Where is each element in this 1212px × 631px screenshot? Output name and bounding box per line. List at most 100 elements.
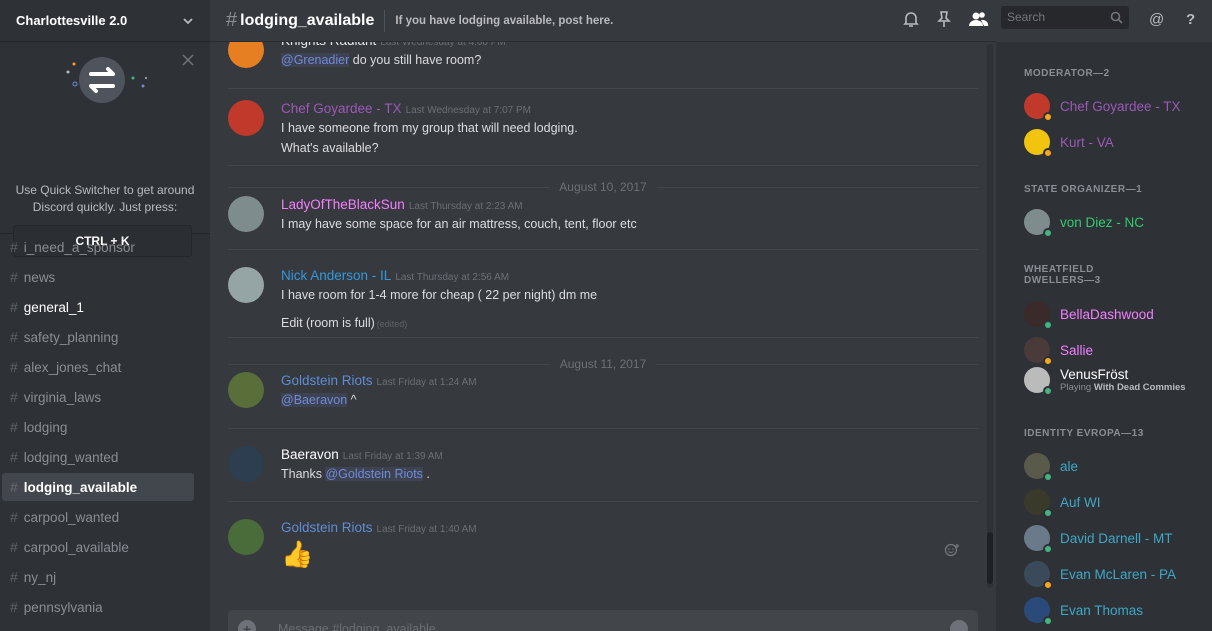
member-info: David Darnell - MT bbox=[1060, 531, 1173, 546]
member-group-title: IDENTITY EVROPA—13 bbox=[1024, 428, 1144, 439]
chat-panel: # lodging_available If you have lodging … bbox=[210, 0, 996, 631]
channel-name: alex_jones_chat bbox=[23, 359, 122, 375]
member-group-title: WHEATFIELD DWELLERS—3 bbox=[1024, 264, 1101, 286]
avatar[interactable] bbox=[228, 42, 264, 68]
upload-plus-icon[interactable]: + bbox=[238, 620, 256, 631]
message-body: Nick Anderson - IL Last Thursday at 2:56 … bbox=[281, 267, 978, 334]
date-divider: August 10, 2017 bbox=[228, 179, 978, 195]
message-text: Thanks bbox=[281, 467, 326, 481]
channel-item[interactable]: # i_need_a_sponsor bbox=[2, 233, 194, 261]
message-author[interactable]: Nick Anderson - IL bbox=[281, 268, 391, 283]
search-input[interactable]: Search bbox=[1001, 6, 1129, 29]
channel-item[interactable]: # safety_planning bbox=[2, 323, 194, 351]
member-item[interactable]: Evan Thomas bbox=[1024, 595, 1143, 626]
divider-line bbox=[656, 363, 979, 365]
bell-icon[interactable] bbox=[900, 8, 922, 30]
member-info: Evan Thomas bbox=[1060, 603, 1143, 618]
avatar[interactable] bbox=[228, 100, 264, 136]
server-header[interactable]: Charlottesville 2.0 bbox=[0, 0, 210, 42]
message-timestamp: Last Friday at 1:40 AM bbox=[376, 524, 477, 535]
chevron-down-icon[interactable] bbox=[182, 15, 194, 27]
member-item[interactable]: Auf WI bbox=[1024, 487, 1101, 518]
channel-item[interactable]: # carpool_wanted bbox=[2, 503, 194, 531]
members-icon[interactable] bbox=[967, 8, 989, 30]
pin-icon[interactable] bbox=[933, 8, 955, 30]
message-timestamp: Last Friday at 1:24 AM bbox=[376, 377, 477, 388]
message-author[interactable]: Chef Goyardee - TX bbox=[281, 101, 402, 116]
member-item[interactable]: Chef Goyardee - TX bbox=[1024, 91, 1181, 122]
member-item[interactable]: von Diez - NC bbox=[1024, 207, 1144, 238]
message-separator bbox=[228, 428, 978, 429]
message-author[interactable]: Goldstein Riots bbox=[281, 520, 373, 535]
channel-hash-icon: # bbox=[226, 9, 238, 31]
member-name: David Darnell - MT bbox=[1060, 530, 1173, 546]
message-line: Edit (room is full) (edited) bbox=[281, 313, 978, 334]
discord-window: Charlottesville 2.0 Use Quick Switcher t… bbox=[0, 0, 1212, 631]
channel-hash-icon: # bbox=[10, 479, 18, 495]
member-item[interactable]: David Darnell - MT bbox=[1024, 523, 1173, 554]
member-info: Evan McLaren - PA bbox=[1060, 567, 1176, 582]
member-item[interactable]: ale bbox=[1024, 451, 1078, 482]
member-info: ale bbox=[1060, 459, 1078, 474]
channel-item[interactable]: # lodging bbox=[2, 413, 194, 441]
mention-icon[interactable]: @ bbox=[1146, 8, 1168, 30]
channel-item[interactable]: # virginia_laws bbox=[2, 383, 194, 411]
channel-item[interactable]: # general_1 bbox=[2, 293, 194, 321]
help-icon[interactable]: ? bbox=[1180, 8, 1202, 30]
emoji-picker-icon[interactable] bbox=[950, 620, 968, 631]
message-line: I have room for 1-4 more for cheap ( 22 … bbox=[281, 285, 978, 305]
member-item[interactable]: Evan McLaren - PA bbox=[1024, 559, 1176, 590]
message-author[interactable]: LadyOfTheBlackSun bbox=[281, 197, 405, 212]
message-body: LadyOfTheBlackSun Last Thursday at 2:23 A… bbox=[281, 196, 978, 234]
add-reaction-icon[interactable] bbox=[944, 542, 960, 558]
avatar[interactable] bbox=[228, 372, 264, 408]
search-icon bbox=[1110, 11, 1123, 24]
channel-item[interactable]: # alex_jones_chat bbox=[2, 353, 194, 381]
message-text: I may have some space for an air mattres… bbox=[281, 217, 637, 231]
member-item[interactable]: Kurt - VA bbox=[1024, 127, 1114, 158]
message-input[interactable]: + Message #lodging_available bbox=[228, 610, 978, 631]
channel-name: i_need_a_sponsor bbox=[23, 239, 135, 255]
member-avatar bbox=[1024, 561, 1053, 590]
channel-item[interactable]: # news bbox=[2, 263, 194, 291]
channel-hash-icon: # bbox=[10, 359, 18, 375]
message-body: Chef Goyardee - TX Last Wednesday at 7:07… bbox=[281, 100, 978, 158]
member-name: Kurt - VA bbox=[1060, 134, 1114, 150]
member-list: MODERATOR—2 Chef Goyardee - TX Kurt - VA ST… bbox=[996, 42, 1212, 631]
status-indicator bbox=[1043, 472, 1053, 482]
avatar[interactable] bbox=[228, 267, 264, 303]
user-mention[interactable]: @Grenadier bbox=[281, 53, 350, 67]
avatar[interactable] bbox=[228, 519, 264, 555]
channel-item[interactable]: # lodging_wanted bbox=[2, 443, 194, 471]
channel-list: # i_need_a_sponsor # news # general_1 # safety_… bbox=[0, 233, 210, 623]
message-list: Knights Radiant Last Wednesday at 4:00 PM… bbox=[210, 42, 996, 590]
message-author[interactable]: Baeravon bbox=[281, 447, 339, 462]
message-author[interactable]: Goldstein Riots bbox=[281, 373, 373, 388]
channel-hash-icon: # bbox=[10, 539, 18, 555]
user-mention[interactable]: @Baeravon bbox=[281, 393, 348, 407]
member-item[interactable]: VenusFröst Playing With Dead Commies bbox=[1024, 365, 1186, 396]
message-text: I have someone from my group that will n… bbox=[281, 121, 578, 135]
channel-item[interactable]: # lodging_available bbox=[2, 473, 194, 501]
channel-item[interactable]: # carpool_available bbox=[2, 533, 194, 561]
channel-name: news bbox=[23, 269, 56, 285]
channel-item[interactable]: # ny_nj bbox=[2, 563, 194, 591]
date-divider: August 11, 2017 bbox=[228, 356, 979, 372]
member-name: Evan McLaren - PA bbox=[1060, 566, 1177, 582]
message-author[interactable]: Knights Radiant bbox=[281, 42, 376, 48]
member-avatar bbox=[1024, 453, 1053, 482]
avatar[interactable] bbox=[228, 446, 264, 482]
message-body: Baeravon Last Friday at 1:39 AM Thanks @Go… bbox=[281, 446, 978, 484]
user-mention[interactable]: @Goldstein Riots bbox=[325, 467, 423, 481]
channel-name: safety_planning bbox=[23, 329, 119, 345]
member-info: von Diez - NC bbox=[1060, 215, 1144, 230]
channel-hash-icon: # bbox=[10, 239, 18, 255]
message-text: I have room for 1-4 more for cheap ( 22 … bbox=[281, 288, 598, 302]
avatar[interactable] bbox=[228, 196, 264, 232]
member-item[interactable]: Sallie bbox=[1024, 335, 1093, 366]
member-item[interactable]: BellaDashwood bbox=[1024, 299, 1154, 330]
scrollbar[interactable] bbox=[987, 44, 993, 588]
scrollbar-thumb[interactable] bbox=[987, 532, 993, 584]
close-icon[interactable] bbox=[182, 54, 194, 66]
channel-item[interactable]: # pennsylvania bbox=[2, 593, 194, 621]
